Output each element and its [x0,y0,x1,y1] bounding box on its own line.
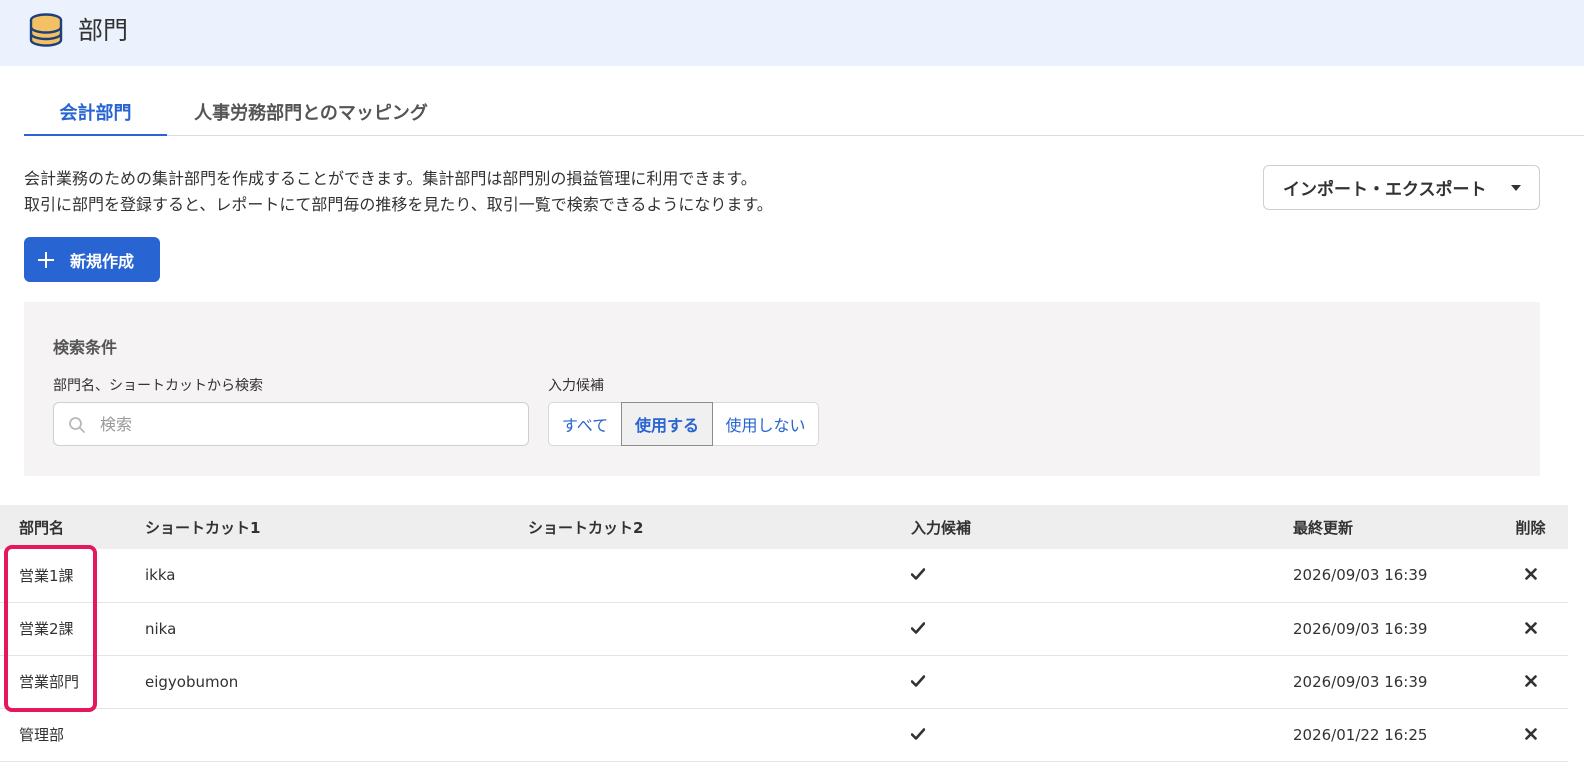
delete-x-icon[interactable] [1524,568,1537,581]
delete-x-icon[interactable] [1524,674,1537,687]
search-input[interactable] [100,403,520,445]
delete-cell [1493,655,1568,709]
check-icon [911,727,925,740]
tab-bar: 会計部門 人事労務部門とのマッピング [24,92,1584,136]
department-table: 部門名 ショートカット1 ショートカット2 入力候補 最終更新 削除 営業1課 … [0,505,1568,762]
description-line-1: 会計業務のための集計部門を作成することができます。集計部門は部門別の損益管理に利… [24,169,757,188]
new-department-button[interactable]: 新規作成 [24,237,160,282]
table-row[interactable]: 営業1課 ikka 2026/09/03 16:39 [0,549,1568,603]
search-panel: 検索条件 部門名、ショートカットから検索 入力候補 すべて 使用する 使用しない [24,302,1540,476]
search-icon [69,417,85,433]
table-row[interactable]: 営業2課 nika 2026/09/03 16:39 [0,602,1568,656]
input-candidate-cell [911,549,1293,603]
tab-accounting-departments[interactable]: 会計部門 [24,92,167,136]
page-title: 部門 [78,16,129,45]
database-icon [29,13,63,47]
last-updated-cell: 2026/09/03 16:39 [1293,655,1493,709]
delete-cell [1493,549,1568,603]
filter-not-in-use-button[interactable]: 使用しない [712,402,819,446]
column-header-shortcut2[interactable]: ショートカット2 [528,505,911,549]
column-header-name[interactable]: 部門名 [0,505,145,549]
tab-hr-department-mapping[interactable]: 人事労務部門とのマッピング [182,92,440,136]
table-row[interactable]: 営業部門 eigyobumon 2026/09/03 16:39 [0,655,1568,709]
search-field-label: 部門名、ショートカットから検索 [53,378,263,394]
shortcut1-cell [145,708,528,762]
department-name[interactable]: 営業1課 [0,549,145,603]
new-button-label: 新規作成 [70,251,135,271]
shortcut2-cell [528,602,911,656]
shortcut2-cell [528,708,911,762]
last-updated-cell: 2026/01/22 16:25 [1293,708,1493,762]
delete-cell [1493,602,1568,656]
search-panel-title: 検索条件 [53,338,118,357]
filter-segmented-control: すべて 使用する 使用しない [548,402,819,446]
shortcut1-cell: nika [145,602,528,656]
check-icon [911,674,925,687]
table-row[interactable]: 管理部 2026/01/22 16:25 [0,708,1568,762]
delete-x-icon[interactable] [1524,621,1537,634]
page-description: 会計業務のための集計部門を作成することができます。集計部門は部門別の損益管理に利… [24,166,773,218]
page-header: 部門 [0,0,1584,66]
last-updated-cell: 2026/09/03 16:39 [1293,602,1493,656]
check-icon [911,568,925,581]
delete-x-icon[interactable] [1524,727,1537,740]
description-line-2: 取引に部門を登録すると、レポートにて部門毎の推移を見たり、取引一覧で検索できるよ… [24,195,773,214]
check-icon [911,621,925,634]
search-box [53,402,529,446]
column-header-last-updated[interactable]: 最終更新 [1293,505,1493,549]
department-name[interactable]: 管理部 [0,708,145,762]
column-header-input-candidate[interactable]: 入力候補 [911,505,1293,549]
input-candidate-cell [911,708,1293,762]
filter-in-use-button[interactable]: 使用する [621,402,713,446]
delete-cell [1493,708,1568,762]
department-name[interactable]: 営業部門 [0,655,145,709]
department-name[interactable]: 営業2課 [0,602,145,656]
shortcut2-cell [528,655,911,709]
last-updated-cell: 2026/09/03 16:39 [1293,549,1493,603]
shortcut1-cell: ikka [145,549,528,603]
shortcut2-cell [528,549,911,603]
import-export-label: インポート・エクスポート [1283,180,1487,200]
table-header-row: 部門名 ショートカット1 ショートカット2 入力候補 最終更新 削除 [0,505,1568,549]
import-export-dropdown-button[interactable]: インポート・エクスポート [1263,165,1540,210]
filter-all-button[interactable]: すべて [548,402,622,446]
input-candidate-cell [911,602,1293,656]
shortcut1-cell: eigyobumon [145,655,528,709]
filter-label: 入力候補 [548,378,604,394]
input-candidate-cell [911,655,1293,709]
column-header-shortcut1[interactable]: ショートカット1 [145,505,528,549]
caret-down-icon [1511,185,1521,191]
column-header-delete: 削除 [1493,505,1568,549]
plus-icon [38,251,54,268]
